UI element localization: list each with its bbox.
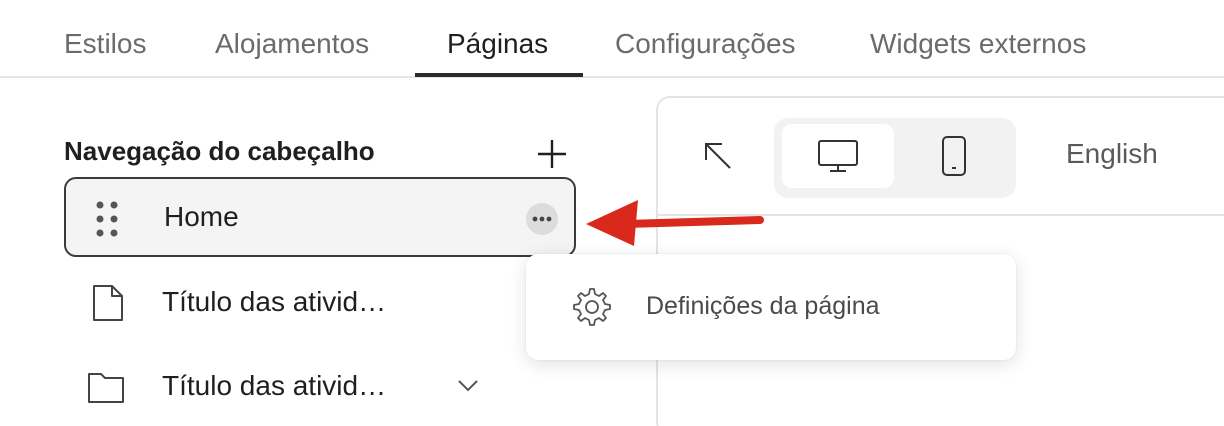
add-page-button[interactable] <box>534 136 570 172</box>
top-tabs: Estilos Alojamentos Páginas Configuraçõe… <box>0 0 1224 78</box>
nav-item-home[interactable]: Home <box>64 177 576 257</box>
tab-estilos[interactable]: Estilos <box>64 24 146 64</box>
tab-widgets-externos[interactable]: Widgets externos <box>870 24 1086 64</box>
arrow-up-left-icon[interactable] <box>702 140 734 172</box>
plus-icon <box>538 140 566 168</box>
app-root: Estilos Alojamentos Páginas Configuraçõe… <box>0 0 1224 426</box>
context-menu: Definições da página <box>526 254 1016 360</box>
tab-alojamentos[interactable]: Alojamentos <box>215 24 369 64</box>
more-horizontal-icon <box>532 216 552 222</box>
folder-icon <box>88 373 124 403</box>
menu-item-page-settings[interactable]: Definições da página <box>526 254 1016 360</box>
language-selector[interactable]: English <box>1066 138 1158 170</box>
nav-item-label: Título das ativid… <box>162 286 387 317</box>
mobile-icon <box>942 136 966 176</box>
device-toggle <box>774 118 1016 198</box>
file-icon <box>93 285 123 321</box>
tab-paginas[interactable]: Páginas <box>447 24 548 64</box>
mobile-view-button[interactable] <box>898 124 1010 188</box>
desktop-icon <box>818 140 858 172</box>
gear-icon <box>573 288 611 326</box>
nav-item-label: Home <box>164 201 239 232</box>
drag-handle-icon[interactable] <box>94 199 120 239</box>
nav-item-label: Título das ativid… <box>162 370 387 401</box>
menu-item-label: Definições da página <box>646 292 880 320</box>
annotation-arrow <box>586 200 764 246</box>
active-tab-indicator <box>415 73 583 77</box>
more-options-button[interactable] <box>526 203 558 235</box>
nav-item-page[interactable]: Título das ativid… <box>64 262 576 342</box>
tab-configuracoes[interactable]: Configurações <box>615 24 796 64</box>
desktop-view-button[interactable] <box>782 124 894 188</box>
nav-item-folder[interactable]: Título das ativid… <box>64 346 576 426</box>
section-title: Navegação do cabeçalho <box>64 136 375 166</box>
chevron-down-icon[interactable] <box>456 378 480 394</box>
